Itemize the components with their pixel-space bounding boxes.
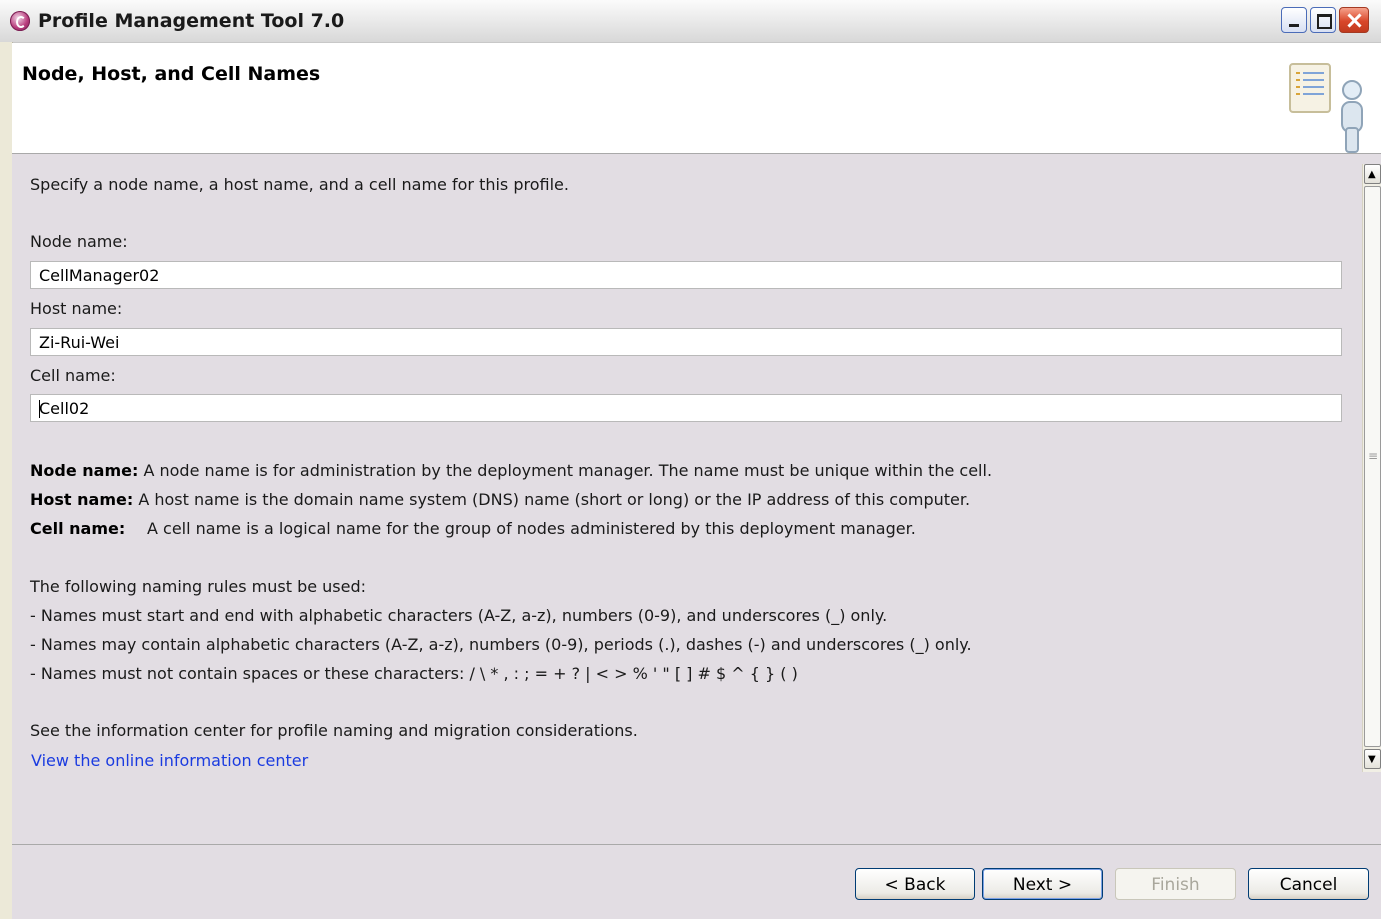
cell-name-description-text: A cell name is a logical name for the gr… — [147, 519, 916, 538]
text-cursor — [39, 400, 40, 418]
wizard-content: Specify a node name, a host name, and a … — [12, 154, 1381, 844]
node-name-input[interactable] — [30, 261, 1342, 289]
naming-rule: - Names must not contain spaces or these… — [30, 664, 798, 683]
minimize-button[interactable] — [1281, 7, 1307, 33]
wizard-header: Node, Host, and Cell Names — [12, 43, 1381, 154]
window-title: Profile Management Tool 7.0 — [38, 10, 345, 32]
page-title: Node, Host, and Cell Names — [22, 63, 321, 85]
finish-button: Finish — [1115, 868, 1236, 900]
host-name-description-text: A host name is the domain name system (D… — [133, 490, 971, 509]
rules-heading: The following naming rules must be used: — [30, 577, 367, 596]
chevron-up-icon: ▲ — [1368, 169, 1376, 180]
naming-rule: - Names must start and end with alphabet… — [30, 606, 888, 625]
close-button[interactable] — [1339, 7, 1369, 33]
host-name-description: Host name: A host name is the domain nam… — [30, 490, 970, 509]
cell-name-label: Cell name: — [30, 366, 116, 385]
cancel-button[interactable]: Cancel — [1248, 868, 1369, 900]
back-button[interactable]: < Back — [855, 868, 975, 900]
host-name-term: Host name: — [30, 490, 134, 509]
info-text: See the information center for profile n… — [30, 721, 638, 740]
host-name-input[interactable] — [30, 328, 1342, 356]
chevron-down-icon: ▼ — [1368, 754, 1376, 765]
cell-name-term: Cell name: — [30, 519, 126, 538]
intro-text: Specify a node name, a host name, and a … — [30, 175, 569, 194]
scroll-up-button[interactable]: ▲ — [1364, 164, 1381, 184]
next-button[interactable]: Next > — [982, 868, 1103, 900]
host-name-label: Host name: — [30, 299, 123, 318]
scroll-thumb[interactable] — [1364, 186, 1381, 747]
node-name-term: Node name: — [30, 461, 139, 480]
cell-name-input[interactable] — [30, 394, 1342, 422]
cell-name-description: Cell name: A cell name is a logical name … — [30, 519, 916, 538]
wizard-footer: < Back Next > Finish Cancel — [12, 844, 1381, 919]
node-name-label: Node name: — [30, 232, 128, 251]
checklist-user-icon — [1289, 63, 1363, 153]
vertical-scrollbar[interactable]: ▲ ▼ — [1362, 164, 1381, 772]
naming-rule: - Names may contain alphabetic character… — [30, 635, 972, 654]
info-center-link[interactable]: View the online information center — [31, 751, 308, 770]
maximize-button[interactable] — [1310, 7, 1336, 33]
node-name-description: Node name: A node name is for administra… — [30, 461, 992, 480]
node-name-description-text: A node name is for administration by the… — [138, 461, 993, 480]
app-icon — [10, 11, 30, 31]
title-bar: Profile Management Tool 7.0 — [0, 0, 1381, 43]
scroll-down-button[interactable]: ▼ — [1364, 749, 1381, 769]
